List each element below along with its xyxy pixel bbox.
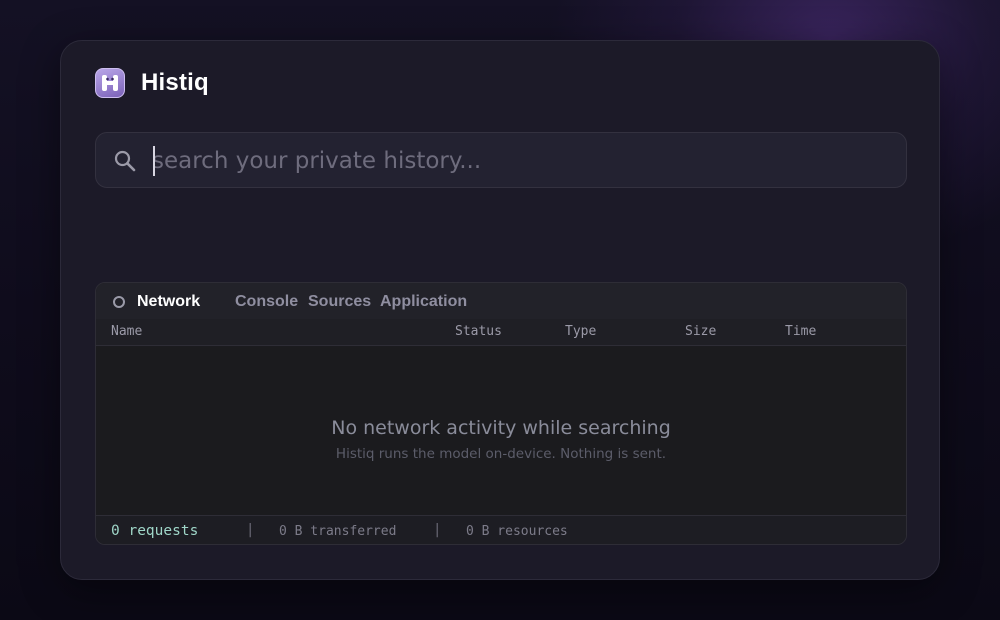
network-table-header: Name Status Type Size Time [96,319,906,346]
column-time[interactable]: Time [785,324,816,339]
tab-application[interactable]: Application [380,293,467,311]
column-size[interactable]: Size [685,324,716,339]
column-type[interactable]: Type [565,324,596,339]
devtools-tab-bar: Network Console Sources Application [96,283,906,319]
network-status-bar: 0 requests | 0 B transferred | 0 B resou… [96,515,906,544]
record-circle-icon[interactable] [113,296,125,308]
status-separator: | [246,522,255,538]
search-icon [114,150,136,172]
text-caret [153,146,155,176]
histiq-logo-icon [95,68,125,98]
resources-size: 0 B resources [466,524,568,539]
tab-sources[interactable]: Sources [308,293,371,311]
brand: Histiq [95,67,209,99]
column-name[interactable]: Name [111,324,142,339]
app-title: Histiq [141,69,209,96]
column-status[interactable]: Status [455,324,502,339]
search-bar[interactable] [95,132,907,188]
search-input[interactable] [152,141,892,181]
empty-state-title: No network activity while searching [331,417,671,439]
empty-state-subtitle: Histiq runs the model on-device. Nothing… [335,446,667,462]
devtools-panel: Network Console Sources Application Name… [95,282,907,545]
tab-network[interactable]: Network [137,293,200,311]
network-request-list: No network activity while searching Hist… [96,347,906,515]
tab-console[interactable]: Console [235,293,298,311]
requests-count: 0 requests [111,523,199,539]
transferred-size: 0 B transferred [279,524,397,539]
app-card: Histiq Network Console Sources Applicati… [60,40,940,580]
status-separator: | [433,522,442,538]
